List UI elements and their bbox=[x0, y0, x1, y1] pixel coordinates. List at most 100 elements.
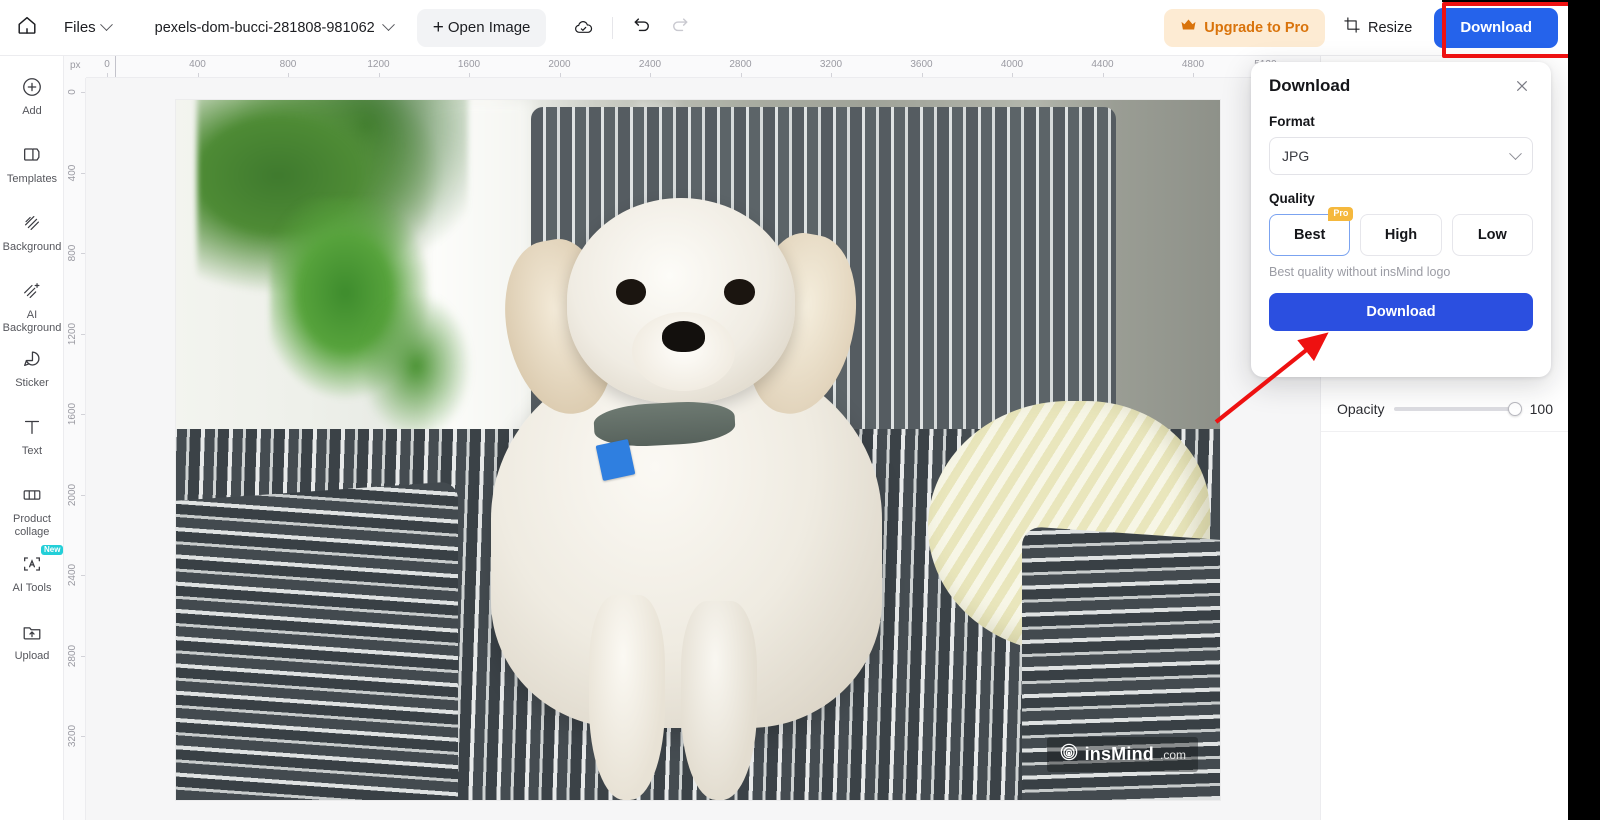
redo-icon bbox=[670, 15, 690, 40]
ruler-tick-label: 1600 bbox=[457, 59, 481, 70]
sidebar-item-background[interactable]: Background bbox=[0, 204, 64, 266]
ruler-unit-label: px bbox=[70, 60, 81, 71]
app-root: Files pexels-dom-bucci-281808-981062 + O… bbox=[0, 0, 1600, 820]
ruler-tick-label: 3200 bbox=[819, 59, 843, 70]
collage-icon bbox=[21, 482, 43, 508]
close-icon[interactable] bbox=[1511, 75, 1533, 97]
top-toolbar-right: Upgrade to Pro Resize Download bbox=[1164, 7, 1568, 48]
home-button[interactable] bbox=[0, 0, 54, 56]
ruler-tick-mark bbox=[81, 655, 85, 657]
ruler-unit-corner: px bbox=[64, 56, 86, 78]
download-panel: Download Format JPG Quality Best Pro Hig… bbox=[1251, 62, 1551, 377]
ruler-tick-mark bbox=[559, 73, 561, 77]
download-panel-header: Download bbox=[1251, 62, 1551, 110]
dog-front-leg bbox=[680, 601, 757, 800]
ruler-tick-label: 2000 bbox=[548, 59, 571, 70]
opacity-label: Opacity bbox=[1337, 400, 1385, 417]
templates-icon bbox=[21, 142, 43, 168]
sidebar-item-product-collage[interactable]: Product collage bbox=[0, 476, 64, 538]
opacity-control-row: Opacity 100 bbox=[1321, 386, 1569, 432]
ruler-tick-label: 0 bbox=[104, 59, 110, 70]
document-name-label: pexels-dom-bucci-281808-981062 bbox=[154, 19, 375, 36]
pro-badge: Pro bbox=[1328, 207, 1354, 221]
quality-option-label: Best bbox=[1293, 227, 1326, 243]
ruler-tick-mark bbox=[831, 73, 832, 77]
screenshot-edge-band bbox=[1442, 0, 1568, 2]
sidebar-item-add[interactable]: Add bbox=[0, 68, 64, 130]
sidebar-item-ai-tools[interactable]: New AI Tools bbox=[0, 544, 64, 607]
quality-option-label: Low bbox=[1477, 227, 1507, 243]
dog-front-leg bbox=[588, 595, 665, 800]
quality-option-best[interactable]: Best Pro bbox=[1269, 207, 1354, 256]
resize-label: Resize bbox=[1368, 19, 1413, 36]
download-panel-cta[interactable]: Download bbox=[1269, 293, 1533, 331]
files-menu[interactable]: Files bbox=[54, 11, 121, 45]
quality-option-high[interactable]: High bbox=[1360, 214, 1442, 256]
sidebar-item-templates[interactable]: Templates bbox=[0, 136, 64, 198]
sidebar-item-label: Product collage bbox=[13, 513, 51, 538]
resize-button[interactable]: Resize bbox=[1343, 16, 1412, 39]
vertical-ruler[interactable]: 0 400 800 1200 1600 2000 2400 2800 3200 bbox=[64, 78, 86, 820]
plus-circle-icon bbox=[21, 74, 43, 100]
chevron-down-icon bbox=[99, 18, 113, 32]
ruler-tick-label: 1200 bbox=[67, 322, 78, 345]
ruler-tick-label: 1200 bbox=[367, 59, 390, 70]
screenshot-edge-band bbox=[1568, 0, 1600, 820]
ruler-tick-mark bbox=[107, 73, 108, 77]
insmind-spiral-logo-icon bbox=[1059, 742, 1079, 767]
photo-dog bbox=[447, 198, 990, 800]
download-panel-cta-label: Download bbox=[1366, 304, 1436, 320]
redo-button[interactable] bbox=[665, 13, 695, 43]
sidebar-item-label: Text bbox=[21, 445, 43, 458]
canvas-area[interactable]: insMind .com bbox=[86, 78, 1320, 820]
files-menu-label: Files bbox=[64, 19, 96, 36]
opacity-slider-knob[interactable] bbox=[1508, 401, 1522, 416]
sidebar-item-sticker[interactable]: Sticker bbox=[0, 340, 64, 402]
watermark-domain: .com bbox=[1159, 747, 1186, 762]
quality-option-low[interactable]: Low bbox=[1451, 214, 1533, 256]
canvas-image[interactable]: insMind .com bbox=[176, 100, 1220, 800]
cloud-check-icon[interactable] bbox=[568, 13, 598, 43]
ruler-tick-label: 800 bbox=[67, 244, 78, 262]
sidebar-item-label: Sticker bbox=[15, 377, 49, 390]
ruler-tick-mark bbox=[81, 494, 85, 496]
ruler-tick-mark bbox=[921, 73, 923, 77]
crown-icon bbox=[1180, 18, 1197, 37]
ruler-origin-line bbox=[115, 56, 116, 77]
upload-folder-icon bbox=[21, 619, 43, 645]
sidebar-item-upload[interactable]: Upload bbox=[0, 613, 64, 675]
ruler-tick-mark bbox=[1193, 73, 1194, 77]
ruler-tick-label: 400 bbox=[189, 59, 206, 70]
ruler-tick-mark bbox=[288, 73, 289, 77]
ruler-tick-label: 4000 bbox=[1000, 59, 1024, 70]
format-select[interactable]: JPG bbox=[1269, 137, 1533, 175]
undo-button[interactable] bbox=[627, 13, 657, 43]
open-image-button[interactable]: + Open Image bbox=[416, 8, 547, 47]
ruler-tick-label: 0 bbox=[67, 89, 78, 95]
home-icon bbox=[16, 14, 38, 41]
opacity-slider[interactable] bbox=[1394, 401, 1522, 416]
download-top-button[interactable]: Download bbox=[1434, 7, 1558, 48]
ruler-tick-label: 400 bbox=[67, 164, 78, 181]
new-badge: New bbox=[41, 544, 64, 556]
sidebar-item-label: Add bbox=[22, 105, 42, 117]
ruler-tick-mark bbox=[469, 73, 470, 77]
sidebar-item-label: Templates bbox=[6, 173, 58, 185]
dog-eye bbox=[615, 279, 647, 305]
sidebar-item-text[interactable]: Text bbox=[0, 408, 64, 470]
download-panel-body: Format JPG Quality Best Pro High Low Bes… bbox=[1251, 110, 1551, 331]
ruler-tick-label: 2400 bbox=[638, 59, 662, 70]
sidebar-item-ai-background[interactable]: AI Background bbox=[0, 272, 64, 334]
dog-eye bbox=[724, 279, 755, 305]
ruler-tick-mark bbox=[197, 73, 199, 77]
ai-frame-icon: New bbox=[21, 544, 64, 577]
document-name-menu[interactable]: pexels-dom-bucci-281808-981062 bbox=[154, 18, 395, 36]
ruler-tick-label: 3200 bbox=[67, 724, 78, 748]
quality-option-label: High bbox=[1384, 227, 1418, 243]
horizontal-ruler[interactable]: 0 400 800 1200 1600 2000 2400 2800 3200 3600 4000 4… bbox=[64, 56, 1320, 78]
upgrade-to-pro-button[interactable]: Upgrade to Pro bbox=[1164, 8, 1325, 47]
ruler-tick-label: 2800 bbox=[67, 644, 78, 667]
left-sidebar: Add Templates Background AI Background S… bbox=[0, 56, 64, 820]
ruler-tick-mark bbox=[81, 172, 85, 174]
dog-nose bbox=[661, 321, 706, 352]
